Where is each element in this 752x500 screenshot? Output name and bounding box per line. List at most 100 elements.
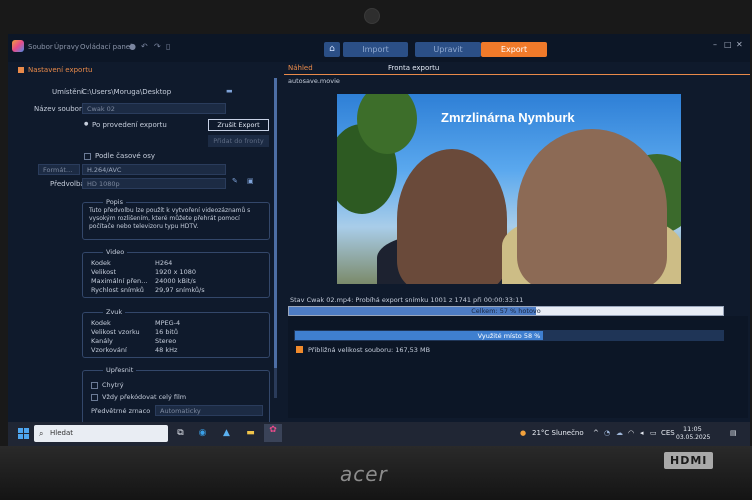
edge-icon[interactable]: ◉ <box>196 427 209 440</box>
export-button[interactable]: Export <box>481 42 547 57</box>
video-value: 29,97 snímků/s <box>155 286 205 294</box>
task-view-icon[interactable]: ⧉ <box>174 427 187 440</box>
volume-icon[interactable]: ◂ <box>640 429 644 437</box>
settings-icon <box>18 67 24 73</box>
audio-value: MPEG-4 <box>155 319 181 327</box>
video-key: Kodek <box>91 259 111 267</box>
file-explorer-icon[interactable]: ▬ <box>244 427 257 440</box>
audio-info-box: Zvuk Kodek MPEG-4 Velikost vzorku 16 bit… <box>82 308 270 358</box>
maximize-button[interactable]: □ <box>724 40 732 49</box>
app-menubar: Soubor Úpravy Ovládací panel ● ↶ ↷ ▯ ⌂ I… <box>8 34 750 62</box>
description-box: Popis Tuto předvolbu lze použít k vytvoř… <box>82 198 270 240</box>
video-preview[interactable]: Zmrzlinárna Nymburk <box>337 94 681 284</box>
disk-space-bar: Využité místo 58 % <box>294 330 724 341</box>
start-tile <box>24 428 29 433</box>
edit-button[interactable]: Upravit <box>415 42 481 57</box>
time-axis-checkbox[interactable]: Podle časové osy <box>84 152 155 160</box>
cancel-export-button[interactable]: Zrušit Export <box>208 119 269 131</box>
smart-label: Chytrý <box>102 381 124 389</box>
tray-chevron-icon[interactable]: ^ <box>593 429 599 437</box>
close-button[interactable]: ✕ <box>736 40 743 49</box>
network-icon[interactable]: ◔ <box>604 429 610 437</box>
wifi-icon[interactable]: ◠ <box>628 429 634 437</box>
menu-edit[interactable]: Úpravy <box>54 43 79 51</box>
recode-checkbox[interactable]: Vždy překódovat celý film <box>91 393 186 401</box>
settings-scrollbar-thumb[interactable] <box>274 78 277 368</box>
battery-icon[interactable]: ▭ <box>650 429 657 437</box>
audio-value: 16 bitů <box>155 328 178 336</box>
checkbox-icon <box>91 381 98 389</box>
clock-time[interactable]: 11:05 <box>683 425 702 433</box>
description-title: Popis <box>103 198 126 206</box>
menu-file[interactable]: Soubor <box>28 43 53 51</box>
filename-label: Název souboru <box>34 105 87 113</box>
audio-value: 48 kHz <box>155 346 178 354</box>
weather-icon: ● <box>520 429 527 437</box>
video-overlay-title: Zmrzlinárna Nymburk <box>441 110 575 125</box>
clock-date[interactable]: 03.05.2025 <box>676 434 710 441</box>
preset-select[interactable]: HD 1080p <box>82 178 226 189</box>
weather-text[interactable]: 21°C Slunečno <box>532 429 584 437</box>
person-right <box>517 129 667 284</box>
location-value[interactable]: C:\Users\Moruga\Desktop <box>82 88 171 96</box>
after-export-label[interactable]: Po provedení exportu <box>92 121 167 129</box>
notifications-icon[interactable]: ▤ <box>730 429 737 437</box>
refine-title: Upřesnit <box>103 366 137 374</box>
windows-start-icon[interactable] <box>18 428 29 439</box>
person-left <box>397 149 507 284</box>
laptop-brand-logo: acer <box>340 462 388 486</box>
total-progress-bar: Celkem: 57 % hotovo <box>288 306 724 316</box>
bullet-icon: ● <box>84 121 89 127</box>
sharp-label: Předvětrné zrnaco <box>91 407 151 415</box>
audio-value: Stereo <box>155 337 177 345</box>
minimize-button[interactable]: – <box>713 40 717 49</box>
undo-icon[interactable]: ↶ <box>141 42 148 51</box>
audio-key: Kanály <box>91 337 113 345</box>
import-button[interactable]: Import <box>343 42 408 57</box>
help-icon[interactable]: ● <box>129 42 136 51</box>
menu-control-panel[interactable]: Ovládací panel <box>80 43 132 51</box>
onedrive-icon[interactable]: ☁ <box>616 429 623 437</box>
video-value: H264 <box>155 259 173 267</box>
tab-preview[interactable]: Náhled <box>288 64 313 72</box>
hdmi-sticker: HDMI <box>664 452 714 469</box>
redo-icon[interactable]: ↷ <box>154 42 161 51</box>
save-preset-icon[interactable]: ▣ <box>247 177 254 185</box>
document-icon[interactable]: ▯ <box>166 42 170 51</box>
audio-key: Velikost vzorku <box>91 328 140 336</box>
checkbox-icon <box>84 152 91 160</box>
video-key: Rychlost snímků <box>91 286 144 294</box>
search-placeholder: Hledat <box>50 429 73 437</box>
language-indicator[interactable]: CES <box>661 429 675 437</box>
smart-checkbox[interactable]: Chytrý <box>91 381 124 389</box>
checkbox-icon <box>91 393 98 401</box>
taskbar-search-input[interactable]: ⌕ Hledat <box>34 425 168 442</box>
description-text: Tuto předvolbu lze použít k vytvoření vi… <box>89 207 251 230</box>
export-settings-panel: Nastavení exportu Umístění C:\Users\Moru… <box>16 66 278 426</box>
video-key: Velikost <box>91 268 116 276</box>
audio-key: Vzorkování <box>91 346 127 354</box>
video-title: Video <box>103 248 128 256</box>
codec-select[interactable]: H.264/AVC <box>82 164 226 175</box>
audio-title: Zvuk <box>103 308 126 316</box>
folder-icon[interactable]: ▬ <box>226 87 233 95</box>
size-legend-swatch <box>296 346 303 353</box>
start-tile <box>24 434 29 439</box>
sharp-select[interactable]: Automaticky <box>155 405 263 416</box>
filename-input[interactable]: Cwak 02 <box>82 103 226 114</box>
start-tile <box>18 434 23 439</box>
video-value: 24000 kBit/s <box>155 277 196 285</box>
movie-app-icon[interactable]: ✿ <box>264 424 282 442</box>
format-select[interactable]: Formát… <box>38 164 80 175</box>
export-status-text: Stav Cwak 02.mp4: Probíhá export snímku … <box>290 296 524 304</box>
add-to-queue-button[interactable]: Přidat do fronty <box>208 135 269 147</box>
tab-export-queue[interactable]: Fronta exportu <box>388 64 439 72</box>
edit-preset-icon[interactable]: ✎ <box>232 177 238 185</box>
export-settings-title: Nastavení exportu <box>28 66 93 74</box>
photos-icon[interactable]: ▲ <box>220 427 233 440</box>
home-button[interactable]: ⌂ <box>324 42 340 57</box>
home-icon: ⌂ <box>329 44 335 54</box>
screen: Soubor Úpravy Ovládací panel ● ↶ ↷ ▯ ⌂ I… <box>8 34 750 446</box>
total-progress-label: Celkem: 57 % hotovo <box>471 307 541 315</box>
search-icon: ⌕ <box>39 429 44 438</box>
